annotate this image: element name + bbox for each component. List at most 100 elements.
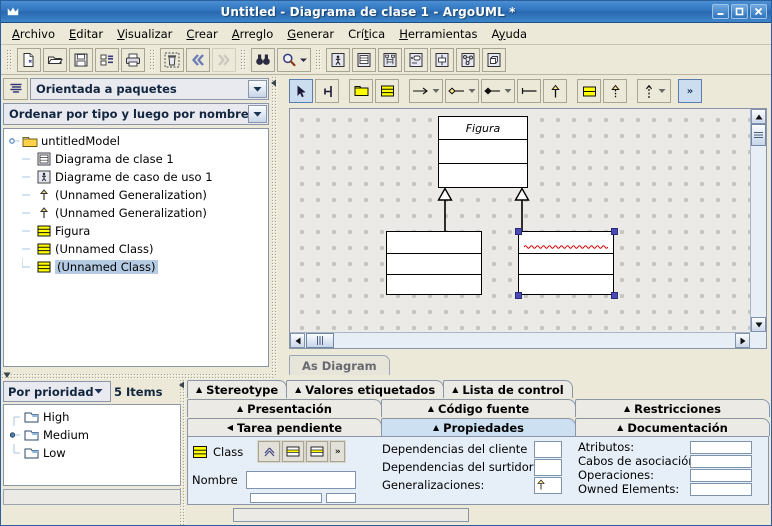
properties-nombre-input[interactable] [245,471,356,489]
expand-handle-icon[interactable] [8,132,22,150]
atributos-field[interactable] [690,440,752,454]
scroll-left-icon[interactable] [290,333,305,348]
tree-item-untitledmodel[interactable]: untitledModel [8,132,268,150]
todo-expand-handle-icon[interactable] [9,426,24,444]
chevron-down-icon-3[interactable] [94,385,103,398]
selection-handle-br[interactable] [611,292,618,299]
realization-tool-icon[interactable] [603,79,627,103]
collaboration-diagram-icon[interactable] [456,47,480,72]
menu-herramientas[interactable]: Herramientas [392,25,484,43]
class-diagram-icon[interactable] [352,47,376,72]
find-icon[interactable] [251,47,275,72]
model-tree[interactable]: untitledModel Diagrama de clase 1 Diagra… [3,128,269,367]
tree-item-diagrame-de-caso-de-uso-1[interactable]: Diagrame de caso de uso 1 [8,168,268,186]
tab-documentacion[interactable]: ▲ Documentación [575,418,770,436]
more-icon[interactable]: » [330,441,346,462]
todo-grouping-combo[interactable]: Por prioridad [3,381,111,402]
delete-icon[interactable] [160,47,184,72]
tree-item-diagrama-de-clase-1[interactable]: Diagrama de clase 1 [8,150,268,168]
activity-diagram-icon[interactable] [430,47,454,72]
navigate-up-icon[interactable] [258,441,281,462]
hsplitter-collapse-icon[interactable] [3,372,11,380]
new-icon[interactable] [17,47,41,72]
uml-class-unnamed-2[interactable] [518,231,614,295]
perspective-combo[interactable]: Orientada a paquetes [30,78,269,100]
association-tool-icon[interactable] [409,79,443,103]
tree-item-generalization-1[interactable]: (Unnamed Generalization) [8,186,268,204]
deployment-diagram-icon[interactable] [482,47,506,72]
todo-item-high[interactable]: High [10,408,180,426]
toolbar-grip-4[interactable] [315,48,322,71]
properties-icon[interactable] [95,47,119,72]
menu-visualizar[interactable]: Visualizar [110,25,179,43]
selection-handle-bl[interactable] [515,292,522,299]
ordering-combo[interactable]: Ordenar por tipo y luego por nombre [3,103,269,125]
scroll-up-icon[interactable] [751,109,766,124]
selection-handle-tr[interactable] [611,228,618,235]
toolbar-grip-3[interactable] [240,48,247,71]
usecase-diagram-icon[interactable] [326,47,350,72]
prev-class-icon[interactable] [282,441,305,462]
uml-attributes-compartment[interactable] [519,253,613,274]
select-pointer-icon[interactable] [289,79,313,103]
tab-valores-etiquetados[interactable]: ▲ Valores etiquetados [286,380,445,398]
toolbar-overflow-button[interactable]: » [678,79,702,103]
vertical-splitter[interactable] [271,76,277,375]
package-tool-icon[interactable] [349,79,373,103]
todo-item-medium[interactable]: Medium [9,426,180,444]
menu-archivo[interactable]: Archivo [5,25,62,43]
splitter-collapse-icon-2[interactable] [178,381,185,390]
zoom-icon[interactable] [277,47,311,72]
navigate-forward-icon[interactable] [212,47,236,72]
toolbar-grip-2[interactable] [149,48,156,71]
menu-arreglo[interactable]: Arreglo [225,25,280,43]
dependency-tool-icon[interactable] [637,79,671,103]
selection-handle-tl[interactable] [515,228,522,235]
generalizations-field[interactable] [534,476,562,494]
scroll-right-icon[interactable] [735,333,750,348]
uml-attributes-compartment[interactable] [439,139,527,163]
vscroll-thumb[interactable] [751,124,766,146]
menu-critica[interactable]: Crítica [341,25,392,43]
class-tool-icon[interactable] [375,79,399,103]
save-icon[interactable] [69,47,93,72]
hscroll-thumb[interactable] [306,333,334,348]
diagram-hscrollbar[interactable] [290,332,750,348]
properties-extra-field-a[interactable] [250,493,322,503]
diagram-canvas[interactable]: Figura [290,109,750,332]
next-class-icon[interactable] [306,441,329,462]
uml-attributes-compartment[interactable] [387,253,481,274]
maximize-button[interactable] [731,4,748,19]
broom-icon[interactable] [315,79,339,103]
client-dependencies-field[interactable] [534,440,562,458]
uml-operations-compartment[interactable] [519,274,613,294]
tab-tarea-pendiente[interactable]: ◀ Tarea pendiente [187,418,382,436]
tab-as-diagram[interactable]: As Diagram [289,355,390,375]
tree-item-unnamed-class-2[interactable]: (Unnamed Class) [8,258,268,276]
properties-extra-field-b[interactable] [326,493,356,503]
open-icon[interactable] [43,47,67,72]
supplier-dependencies-field[interactable] [534,458,562,476]
splitter-collapse-icon[interactable] [270,79,277,88]
todo-item-low[interactable]: Low [10,444,180,462]
tree-item-figura[interactable]: Figura [8,222,268,240]
menu-crear[interactable]: Crear [179,25,224,43]
chevron-down-icon[interactable] [248,80,267,98]
owned-elements-field[interactable] [690,482,752,496]
tab-stereotype[interactable]: ▲ Stereotype [187,380,288,398]
uml-operations-compartment[interactable] [387,274,481,294]
uml-class-figura[interactable]: Figura [438,116,528,188]
aggregation-tool-icon[interactable] [445,79,479,103]
link-tool-icon[interactable] [517,79,541,103]
uml-class-unnamed-1[interactable] [386,231,482,295]
menu-generar[interactable]: Generar [280,25,341,43]
perspective-config-icon[interactable] [3,78,28,100]
sequence-diagram-icon[interactable] [378,47,402,72]
tab-lista-de-control[interactable]: ▲ Lista de control [443,380,573,398]
minimize-button[interactable] [712,4,729,19]
tree-item-generalization-2[interactable]: (Unnamed Generalization) [8,204,268,222]
tab-restricciones[interactable]: ▲ Restricciones [575,399,770,417]
todo-tree[interactable]: High Medium Low [3,404,181,486]
print-icon[interactable] [121,47,145,72]
scroll-down-icon[interactable] [751,317,766,332]
